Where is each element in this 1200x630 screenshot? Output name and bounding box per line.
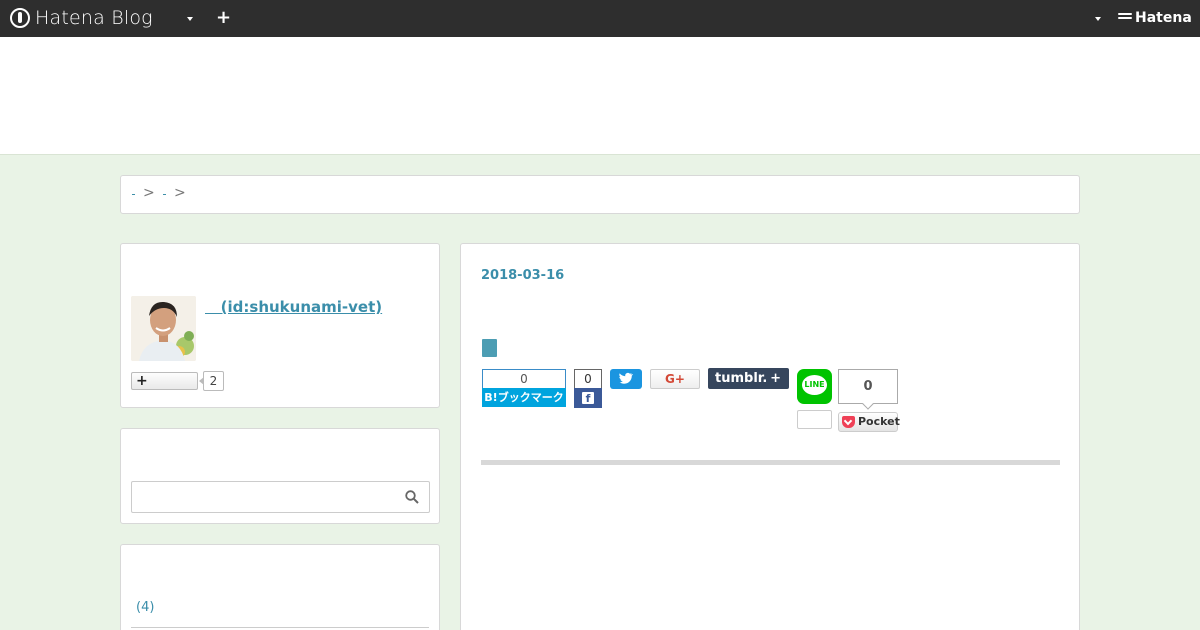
- tumblr-share-button[interactable]: tumblr. +: [708, 368, 789, 389]
- category-module: (4): [120, 544, 440, 630]
- hatena-brand-link[interactable]: Hatena: [1118, 10, 1192, 26]
- category-divider: [131, 627, 429, 628]
- google-plus-share-button[interactable]: G+: [650, 369, 700, 389]
- line-share-button[interactable]: LINE: [797, 369, 832, 404]
- global-header: Hatena Blog + Hatena: [0, 0, 1200, 37]
- twitter-bird-icon: [619, 372, 634, 384]
- tumblr-label: tumblr.: [715, 371, 768, 386]
- search-module: [120, 428, 440, 524]
- subscribe-button[interactable]: +: [131, 372, 198, 390]
- search-input[interactable]: [131, 481, 430, 513]
- hatena-bookmark-label: B!ブックマーク: [482, 388, 566, 407]
- facebook-share-button[interactable]: 0 f: [574, 369, 602, 409]
- facebook-icon: f: [574, 388, 602, 408]
- user-dropdown-icon[interactable]: [1095, 17, 1101, 21]
- facebook-share-count: 0: [574, 369, 602, 388]
- breadcrumb-separator: >: [143, 185, 155, 201]
- hatena-blog-logo-icon: [10, 8, 30, 28]
- pocket-save-button[interactable]: Pocket: [838, 412, 900, 432]
- hatena-blog-logo[interactable]: Hatena Blog: [10, 7, 153, 29]
- breadcrumb-link-category[interactable]: [163, 193, 166, 195]
- hatena-bookmark-count: 0: [482, 369, 566, 388]
- category-count-link[interactable]: (4): [136, 600, 154, 615]
- avatar-image: [131, 296, 196, 361]
- category-tag[interactable]: [482, 339, 497, 357]
- brand-text: Hatena: [1135, 10, 1192, 26]
- hatena-brand-icon: [1118, 13, 1132, 23]
- entry-date[interactable]: 2018-03-16: [481, 268, 564, 283]
- profile-module: (id:shukunami-vet) + 2: [120, 243, 440, 408]
- pocket-count: 0: [838, 369, 898, 404]
- line-icon: LINE: [802, 375, 827, 395]
- pocket-icon: [842, 416, 855, 428]
- profile-id-link[interactable]: (id:shukunami-vet): [205, 298, 382, 316]
- breadcrumb: > >: [120, 175, 1080, 214]
- tumblr-plus-icon: +: [770, 371, 781, 386]
- breadcrumb-separator: >: [174, 185, 186, 201]
- blog-header: [0, 37, 1200, 155]
- hatena-bookmark-button[interactable]: 0 B!ブックマーク: [482, 369, 566, 409]
- line-share-count: [797, 410, 832, 429]
- new-post-button[interactable]: +: [216, 8, 231, 28]
- menu-dropdown-icon[interactable]: [187, 17, 193, 21]
- search-icon[interactable]: [405, 490, 419, 504]
- breadcrumb-link-home[interactable]: [132, 193, 135, 195]
- logo-text: Hatena Blog: [35, 7, 153, 29]
- twitter-share-button[interactable]: [610, 369, 642, 389]
- subscriber-count: 2: [199, 371, 224, 391]
- avatar[interactable]: [131, 296, 196, 361]
- entry-divider: [481, 460, 1060, 465]
- pocket-label: Pocket: [858, 415, 900, 428]
- entry-article: 2018-03-16 0 B!ブックマーク 0 f G+ tumblr. + L…: [460, 243, 1080, 630]
